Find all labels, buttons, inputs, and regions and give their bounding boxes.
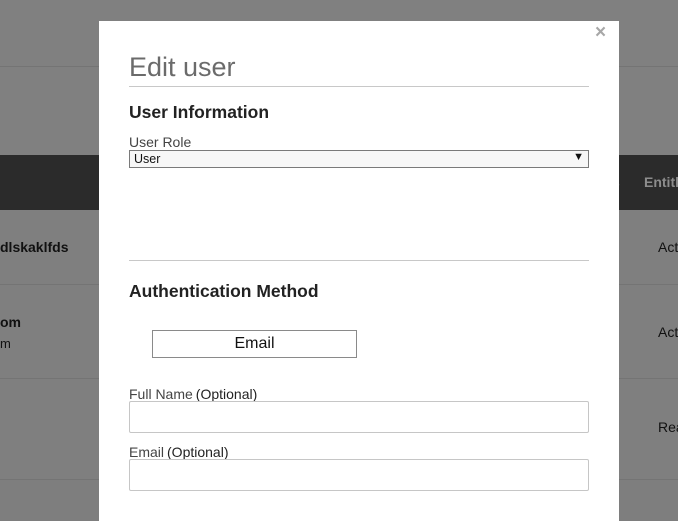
background-row-subtext: m	[0, 336, 11, 351]
background-header-column: Entitl	[644, 174, 678, 190]
email-input[interactable]	[129, 459, 589, 491]
user-role-value: User	[134, 152, 161, 166]
full-name-label: Full Name (Optional)	[129, 386, 257, 402]
edit-user-modal: × Edit user User Information User Role U…	[99, 21, 619, 521]
background-row-status: Act	[658, 239, 678, 255]
full-name-input[interactable]	[129, 401, 589, 433]
full-name-optional-text: (Optional)	[195, 386, 258, 402]
authentication-method-heading: Authentication Method	[129, 281, 319, 301]
user-information-heading: User Information	[129, 102, 270, 122]
background-row-status: Rea	[658, 419, 678, 435]
modal-title: Edit user	[129, 52, 236, 82]
email-method-button[interactable]: Email	[152, 330, 357, 358]
background-row-status: Act	[658, 324, 678, 340]
title-divider	[129, 86, 589, 87]
user-role-select[interactable]: User ▼	[129, 150, 589, 168]
dropdown-arrow-icon: ▼	[573, 151, 584, 163]
user-role-label: User Role	[129, 134, 192, 150]
email-label: Email (Optional)	[129, 444, 228, 460]
background-row-name: om	[0, 314, 21, 330]
close-icon[interactable]: ×	[595, 23, 606, 43]
email-label-text: Email	[129, 444, 165, 460]
full-name-label-text: Full Name	[129, 386, 193, 402]
background-row-name: dlskaklfds	[0, 239, 69, 255]
section-divider	[129, 260, 589, 261]
email-optional-text: (Optional)	[167, 444, 229, 460]
